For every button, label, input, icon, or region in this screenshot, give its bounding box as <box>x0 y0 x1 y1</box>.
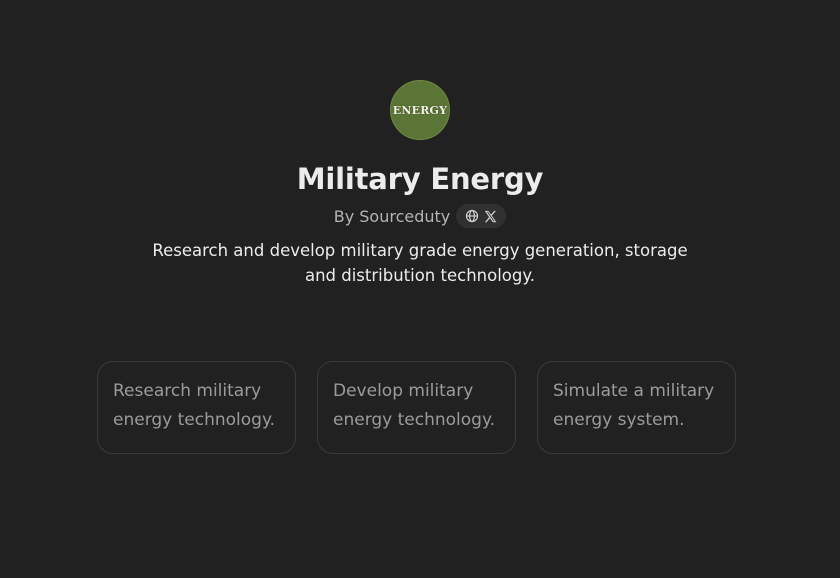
gpt-header: ENERGY Military Energy By Sourceduty Res… <box>0 80 840 288</box>
gpt-landing: ENERGY Military Energy By Sourceduty Res… <box>0 0 840 578</box>
author-text: By Sourceduty <box>333 206 451 226</box>
avatar-logo-text: ENERGY <box>392 103 448 117</box>
starter-develop[interactable]: Develop military energy technology. <box>317 361 516 454</box>
conversation-starters: Research military energy technology. Dev… <box>97 361 736 454</box>
gpt-description: Research and develop military grade ener… <box>152 241 688 285</box>
x-logo-icon[interactable] <box>484 210 497 223</box>
globe-icon[interactable] <box>465 209 479 223</box>
social-links <box>456 204 507 228</box>
gpt-title: Military Energy <box>296 162 544 196</box>
gpt-avatar: ENERGY <box>390 80 450 140</box>
starter-simulate[interactable]: Simulate a military energy system. <box>537 361 736 454</box>
byline: By Sourceduty <box>334 203 507 229</box>
starter-research[interactable]: Research military energy technology. <box>97 361 296 454</box>
